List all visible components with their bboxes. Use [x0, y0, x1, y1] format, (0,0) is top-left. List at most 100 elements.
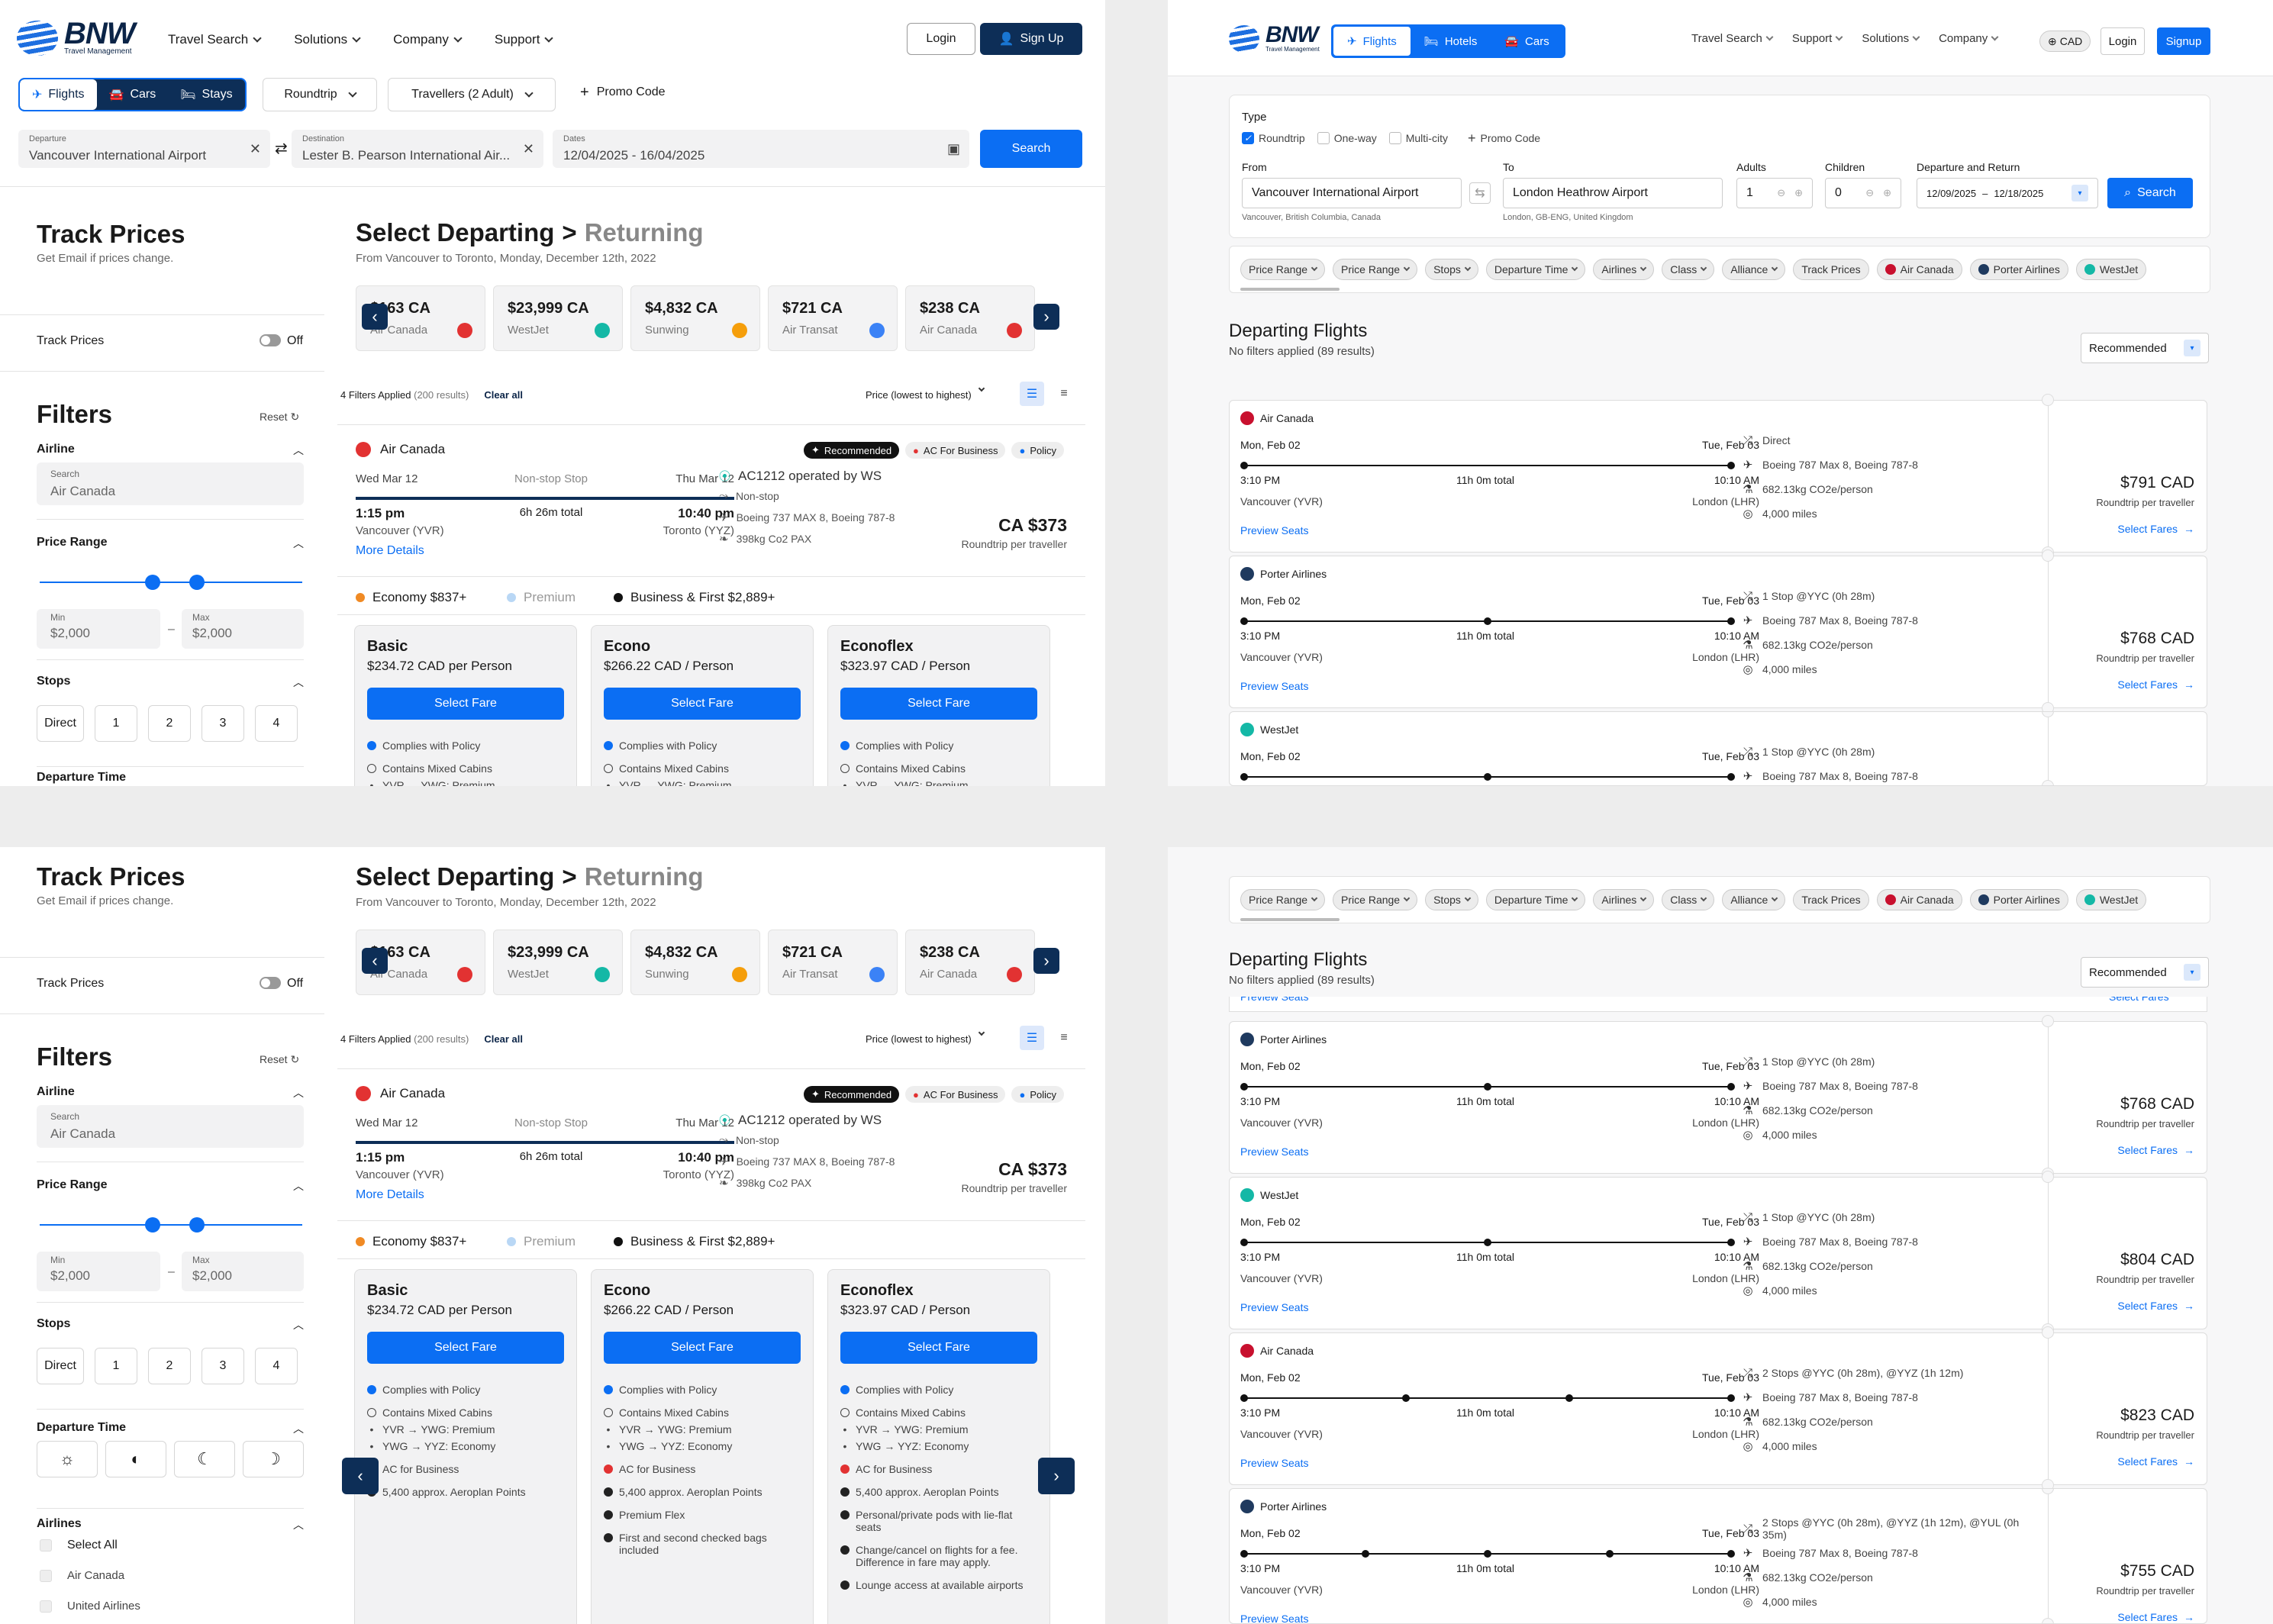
preview-seats-link[interactable]: Preview Seats [1240, 1613, 1308, 1623]
chevron-up-icon[interactable]: ︿ [293, 1421, 304, 1436]
clear-all-link[interactable]: Clear all [484, 389, 523, 401]
dates-input[interactable]: 12/09/2025–12/18/2025 ▾ [1917, 178, 2098, 208]
nav-solutions[interactable]: Solutions [294, 32, 361, 47]
login-button[interactable]: Login [2101, 27, 2145, 55]
plus-icon[interactable]: ⊕ [1794, 187, 1803, 199]
track-prices-chip[interactable]: Track Prices [1793, 889, 1869, 910]
sunset-icon[interactable]: ◐ [105, 1441, 166, 1477]
chip-scrollbar[interactable] [1240, 288, 1340, 291]
filter-chip[interactable]: Airlines [1593, 259, 1655, 280]
price-card[interactable]: $238 CA Air Canada [905, 930, 1035, 995]
preview-seats-link[interactable]: Preview Seats [1240, 1301, 1308, 1313]
stop-3[interactable]: 3 [202, 1348, 244, 1384]
promo-code-button[interactable]: + Promo Code [1468, 131, 1540, 145]
stop-2[interactable]: 2 [148, 1348, 191, 1384]
track-prices-toggle[interactable]: Off [260, 977, 303, 991]
airline-chip[interactable]: Air Canada [1876, 259, 1962, 280]
filter-chip[interactable]: Departure Time [1485, 889, 1586, 910]
more-details-link[interactable]: More Details [356, 1188, 424, 1202]
chevron-up-icon[interactable]: ︿ [293, 536, 304, 551]
moon-icon[interactable]: ☾ [174, 1441, 235, 1477]
chevron-up-icon[interactable]: ︿ [293, 443, 304, 458]
select-fare-button[interactable]: Select Fare [367, 688, 564, 720]
stop-3[interactable]: 3 [202, 705, 244, 742]
price-slider-max-handle[interactable] [189, 575, 205, 590]
trip-roundtrip[interactable]: ✓ Roundtrip [1242, 132, 1305, 144]
price-slider-min-handle[interactable] [145, 575, 160, 590]
clear-icon[interactable]: ✕ [250, 141, 261, 157]
max-price-input[interactable]: Max $2,000 [182, 609, 304, 649]
from-input[interactable]: Vancouver International Airport [1242, 178, 1462, 208]
filter-chip[interactable]: Class [1662, 259, 1715, 280]
minus-icon[interactable]: ⊖ [1777, 187, 1785, 199]
max-price-input[interactable]: Max $2,000 [182, 1252, 304, 1291]
sun-icon[interactable]: ☼ [37, 1441, 98, 1477]
carousel-next-button[interactable]: › [1033, 948, 1059, 974]
flight-card[interactable]: Air Canada Mon, Feb 02 Tue, Feb 03 3:10 PM 1… [1229, 394, 2207, 559]
price-slider-track[interactable] [40, 1224, 302, 1226]
carousel-next-button[interactable]: › [1033, 304, 1059, 330]
preview-seats-link[interactable]: Preview Seats [1240, 1457, 1308, 1469]
travellers-select[interactable]: Travellers (2 Adult) [388, 78, 556, 111]
tab-cars[interactable]: 🚘 Cars [97, 79, 169, 110]
select-fare-button[interactable]: Select Fare [840, 1332, 1037, 1364]
price-slider-min-handle[interactable] [145, 1217, 160, 1232]
tab-cars[interactable]: 🚘 Cars [1491, 27, 1562, 56]
chevron-up-icon[interactable]: ︿ [293, 1317, 304, 1332]
departure-field[interactable]: Departure Vancouver International Airport… [18, 130, 270, 168]
filter-chip[interactable]: Class [1662, 889, 1715, 910]
to-input[interactable]: London Heathrow Airport [1503, 178, 1723, 208]
select-fare-button[interactable]: Select Fare [604, 1332, 801, 1364]
trip-multi-city[interactable]: Multi-city [1388, 132, 1448, 144]
nav-travel-search[interactable]: Travel Search [1691, 32, 1774, 45]
airline-chip[interactable]: Air Canada [1876, 889, 1962, 910]
list-view-icon[interactable]: ≡ [1052, 382, 1076, 406]
filter-chip[interactable]: Airlines [1593, 889, 1655, 910]
currency-select[interactable]: ⊕ CAD [2039, 31, 2091, 52]
filter-chip[interactable]: Alliance [1722, 259, 1786, 280]
fares-next-button[interactable]: › [1038, 1458, 1075, 1494]
cabin-option[interactable]: Economy $837+ [356, 590, 466, 605]
clear-icon[interactable]: ✕ [523, 141, 534, 157]
carousel-prev-button[interactable]: ‹ [362, 304, 388, 330]
tab-stays[interactable]: 🛏 Stays [168, 79, 244, 110]
card-view-icon[interactable]: ☰ [1020, 382, 1044, 406]
nav-support[interactable]: Support [495, 32, 554, 47]
reset-button[interactable]: Reset ↻ [260, 411, 299, 424]
stop-1[interactable]: 1 [95, 1348, 137, 1384]
filter-chip[interactable]: Departure Time [1485, 259, 1586, 280]
login-button[interactable]: Login [907, 23, 975, 55]
fares-prev-button[interactable]: ‹ [342, 1458, 379, 1494]
chevron-up-icon[interactable]: ︿ [293, 675, 304, 690]
stop-2[interactable]: 2 [148, 705, 191, 742]
chip-scrollbar[interactable] [1240, 918, 1340, 921]
adults-stepper[interactable]: 1 ⊖ ⊕ [1736, 178, 1813, 208]
select-fares-link[interactable]: Select Fares → [2117, 523, 2194, 535]
reset-button[interactable]: Reset ↻ [260, 1053, 299, 1066]
flight-card[interactable]: Porter Airlines Mon, Feb 02 Tue, Feb 03 3:1… [1229, 549, 2207, 714]
filter-chip[interactable]: Stops [1425, 259, 1478, 280]
price-slider-max-handle[interactable] [189, 1217, 205, 1232]
airline-search-input[interactable]: Search Air Canada [37, 1105, 304, 1148]
select-fares-link[interactable]: Select Fares [2109, 997, 2169, 1003]
signup-button[interactable]: Signup [2157, 27, 2210, 55]
brand-logo[interactable]: BNW Travel Management [17, 18, 136, 56]
cabin-option[interactable]: Premium [507, 1234, 576, 1249]
price-card[interactable]: $23,999 CA WestJet [493, 930, 623, 995]
clear-all-link[interactable]: Clear all [484, 1033, 523, 1045]
cabin-option[interactable]: Business & First $2,889+ [614, 1234, 775, 1249]
price-card[interactable]: $23,999 CA WestJet [493, 285, 623, 351]
min-price-input[interactable]: Min $2,000 [37, 609, 160, 649]
filter-chip[interactable]: Price Range [1240, 889, 1326, 910]
price-card[interactable]: $238 CA Air Canada [905, 285, 1035, 351]
sort-select[interactable]: Recommended ▾ [2081, 957, 2209, 988]
flight-card[interactable]: Porter Airlines Mon, Feb 02 Tue, Feb 03 3:1… [1229, 1488, 2207, 1624]
min-price-input[interactable]: Min $2,000 [37, 1252, 160, 1291]
list-view-icon[interactable]: ≡ [1052, 1026, 1076, 1050]
children-stepper[interactable]: 0 ⊖ ⊕ [1825, 178, 1901, 208]
airline-chip[interactable]: Porter Airlines [1969, 889, 2068, 910]
airline-search-input[interactable]: Search Air Canada [37, 462, 304, 505]
trip-type-select[interactable]: Roundtrip [263, 78, 377, 111]
minus-icon[interactable]: ⊖ [1865, 187, 1874, 199]
cabin-option[interactable]: Business & First $2,889+ [614, 590, 775, 605]
